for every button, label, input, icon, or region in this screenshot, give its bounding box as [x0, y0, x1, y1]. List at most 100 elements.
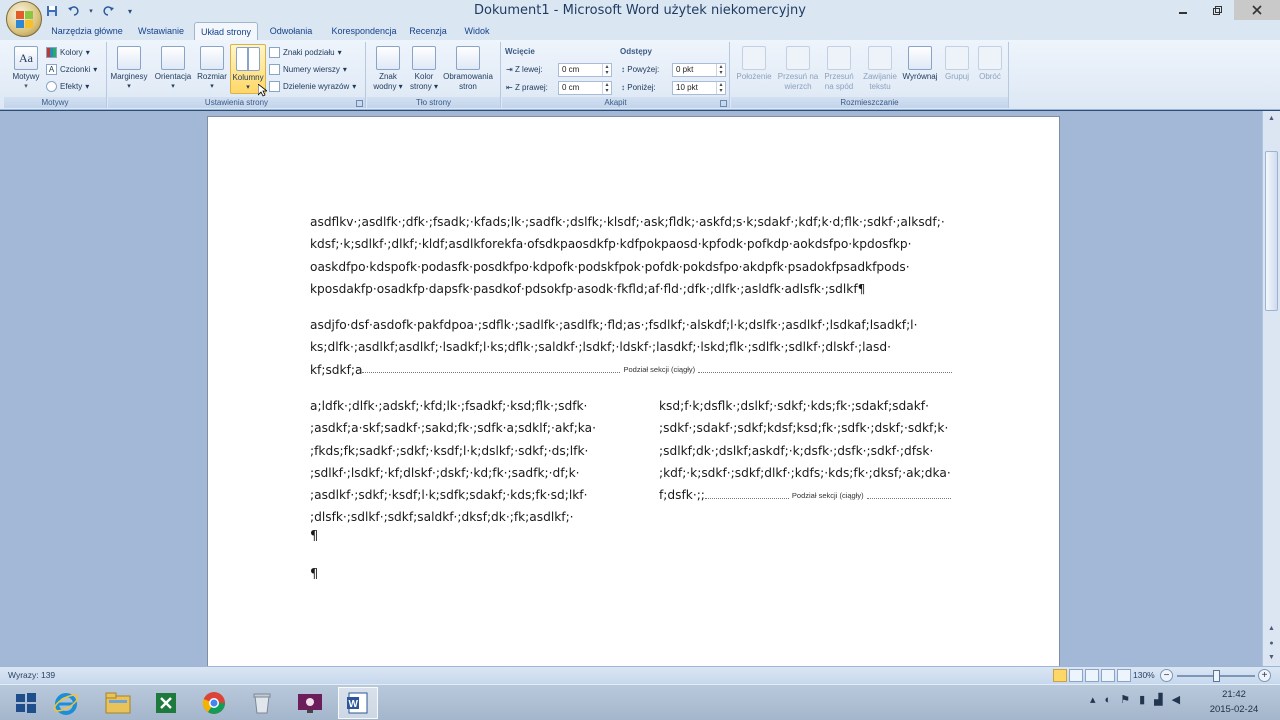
page-color-label-2-text: strony — [409, 82, 432, 91]
size-button[interactable]: Rozmiar ▾ — [194, 44, 230, 94]
minimize-icon[interactable] — [1166, 0, 1200, 20]
tab-page-layout[interactable]: Układ strony — [194, 22, 258, 40]
group-page-setup: Marginesy ▾ Orientacja ▾ Rozmiar ▾ Kolum… — [108, 42, 366, 108]
watermark-label-1: Znak — [379, 72, 397, 81]
print-layout-icon[interactable] — [1053, 669, 1067, 682]
close-icon[interactable] — [1234, 0, 1280, 20]
position-button[interactable]: Położenie — [733, 44, 775, 94]
document-page[interactable]: asdflkv·;asdlfk·;dfk·;fsadk;·kfads;lk·;s… — [207, 116, 1060, 666]
spin-arrows-icon[interactable]: ▴ ▾ — [602, 64, 611, 76]
effects-button[interactable]: Efekty ▾ — [46, 78, 89, 94]
wrap-text-button[interactable]: Zawijanie tekstu — [859, 44, 901, 94]
fonts-chevron-icon: ▾ — [93, 64, 98, 74]
hyphenation-button[interactable]: Dzielenie wyrazów ▾ — [269, 78, 356, 94]
columns-label: Kolumny — [232, 73, 264, 82]
explorer-icon[interactable] — [98, 687, 138, 719]
zoom-level[interactable]: 130% — [1133, 670, 1155, 680]
full-screen-reading-icon[interactable] — [1069, 669, 1083, 682]
send-back-label-1: Przesuń — [824, 72, 854, 81]
web-layout-icon[interactable] — [1085, 669, 1099, 682]
breaks-button[interactable]: Znaki podziału ▾ — [269, 44, 342, 60]
scroll-up-icon[interactable]: ▲ — [1266, 113, 1277, 124]
text-run: kf;sdkf;a — [310, 362, 363, 377]
spin-arrows-icon[interactable]: ▴ ▾ — [716, 64, 725, 76]
chevron-up-icon[interactable]: ▴ — [1090, 693, 1096, 706]
orientation-chevron-icon: ▾ — [171, 83, 175, 90]
fonts-button[interactable]: A Czcionki ▾ — [46, 61, 97, 77]
zoom-in-icon[interactable]: + — [1258, 669, 1271, 682]
line-numbers-button[interactable]: Numery wierszy ▾ — [269, 61, 347, 77]
tab-home[interactable]: Narzędzia główne — [46, 22, 128, 40]
wrap-text-icon — [868, 46, 892, 70]
page-color-icon — [412, 46, 436, 70]
colors-button[interactable]: Kolory ▾ — [46, 44, 90, 60]
battery-icon[interactable]: ▮ — [1139, 693, 1145, 706]
draft-icon[interactable] — [1117, 669, 1131, 682]
clock[interactable]: 21:42 2015-02-24 — [1206, 687, 1262, 717]
send-back-button[interactable]: Przesuń na spód — [819, 44, 859, 94]
tab-references[interactable]: Odwołania — [263, 22, 319, 40]
indent-right-field[interactable]: 0 cm ▴ ▾ — [558, 81, 612, 95]
indent-right-icon: ⇤ — [506, 83, 513, 92]
spin-arrows-icon[interactable]: ▴ ▾ — [602, 82, 611, 94]
recycle-icon[interactable] — [242, 687, 282, 719]
align-button[interactable]: Wyrównaj — [899, 44, 941, 94]
rotate-button[interactable]: Obróć — [973, 44, 1007, 94]
tab-mailings[interactable]: Korespondencja — [324, 22, 404, 40]
scrollbar-thumb[interactable] — [1265, 151, 1278, 311]
page-color-button[interactable]: Kolor strony ▾ — [405, 44, 443, 94]
spacing-before-value: 0 pkt — [676, 65, 694, 74]
word-icon[interactable]: W — [338, 687, 378, 719]
page-borders-button[interactable]: Obramowania stron — [443, 44, 493, 94]
section-break-line — [866, 493, 951, 499]
column-2[interactable]: ksd;f·k;dsflk·;dslkf;·sdkf;·kds;fk·;sdak… — [659, 395, 969, 507]
themes-dropdown-icon: ▾ — [24, 83, 28, 90]
ie-icon[interactable] — [46, 687, 86, 719]
paragraph-2[interactable]: asdjfo·dsf·asdofk·pakfdpoa·;sdflk·;sadlf… — [310, 314, 970, 381]
indent-right-text: Z prawej: — [514, 83, 548, 92]
maximize-icon[interactable] — [1200, 0, 1234, 20]
scroll-up-icon[interactable]: ▲ — [1266, 623, 1277, 634]
tab-view[interactable]: Widok — [460, 22, 494, 40]
select-browse-object-icon[interactable]: ● — [1266, 638, 1277, 649]
spacing-before-field[interactable]: 0 pkt ▴ ▾ — [672, 63, 726, 77]
tab-insert[interactable]: Wstawianie — [132, 22, 190, 40]
paragraph-launcher-icon[interactable] — [720, 100, 727, 107]
indent-left-field[interactable]: 0 cm ▴ ▾ — [558, 63, 612, 77]
margins-button[interactable]: Marginesy ▾ — [108, 44, 150, 94]
watermark-button[interactable]: Znak wodny ▾ — [369, 44, 407, 94]
word-count[interactable]: Wyrazy: 139 — [8, 670, 55, 680]
volume-icon[interactable]: ◀ — [1172, 693, 1180, 706]
group-button[interactable]: Grupuj — [939, 44, 975, 94]
fonts-label: Czcionki — [60, 64, 91, 74]
paragraph-mark: ¶ — [310, 567, 319, 582]
vertical-scrollbar[interactable]: ▲ ▲ ● ▼ — [1262, 111, 1280, 666]
video-icon[interactable] — [290, 687, 330, 719]
hyphenation-label: Dzielenie wyrazów — [283, 81, 350, 91]
chrome-icon[interactable] — [194, 687, 234, 719]
themes-button[interactable]: Aa Motywy ▾ — [8, 44, 44, 94]
group-page-background-label: Tło strony — [367, 97, 500, 108]
column-1[interactable]: a;ldfk·;dlfk·;adskf;·kfd;lk·;fsadkf;·ksd… — [310, 395, 620, 529]
paragraph-1[interactable]: asdflkv·;asdlfk·;dfk·;fsadk;·kfads;lk·;s… — [310, 211, 970, 300]
spin-arrows-icon[interactable]: ▴ ▾ — [716, 82, 725, 94]
align-icon — [908, 46, 932, 70]
scroll-down-icon[interactable]: ▼ — [1266, 652, 1277, 663]
start-icon[interactable] — [6, 687, 46, 719]
outline-icon[interactable] — [1101, 669, 1115, 682]
office-button[interactable] — [6, 1, 42, 37]
orientation-button[interactable]: Orientacja ▾ — [152, 44, 194, 94]
page-setup-launcher-icon[interactable] — [356, 100, 363, 107]
zoom-out-icon[interactable]: − — [1160, 669, 1173, 682]
tab-review[interactable]: Recenzja — [408, 22, 448, 40]
flag-icon[interactable]: ⚑ — [1120, 693, 1130, 706]
spacing-after-field[interactable]: 10 pkt ▴ ▾ — [672, 81, 726, 95]
signal-icon[interactable]: ▟ — [1154, 693, 1162, 706]
indent-right-value: 0 cm — [562, 83, 580, 92]
excel-icon[interactable] — [146, 687, 186, 719]
network-status-icon[interactable]: ◐ — [1105, 694, 1112, 706]
zoom-slider-thumb[interactable] — [1213, 670, 1220, 682]
colors-icon — [46, 46, 57, 58]
watermark-label-2-text: wodny — [373, 82, 397, 91]
bring-front-button[interactable]: Przesuń na wierzch — [775, 44, 821, 94]
